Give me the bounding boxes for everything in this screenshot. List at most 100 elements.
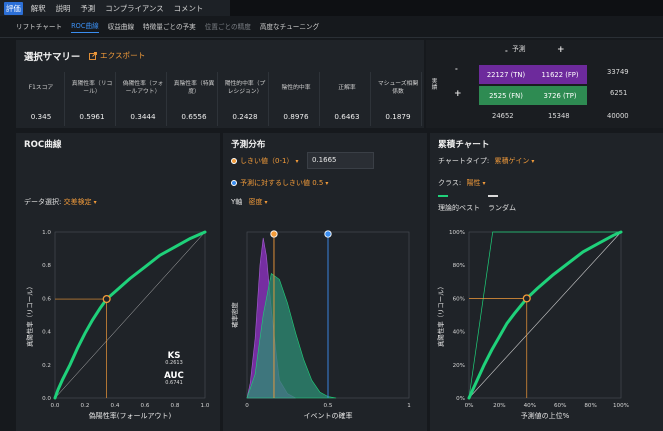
metric-accuracy: 正解率 0.6463 [322, 72, 373, 126]
metric-f1: F1スコア 0.345 [16, 72, 67, 126]
subtab-lift-chart[interactable]: リフトチャート [16, 21, 62, 33]
legend-swatch-ideal [438, 195, 448, 197]
threshold-dot-icon [231, 158, 237, 164]
cell-true-positive[interactable]: 3726 (TP) [533, 86, 587, 105]
subtab-feature-fit[interactable]: 特徴量ごとの予実 [143, 21, 196, 33]
threshold-selector[interactable]: しきい値（0-1） ▾ [231, 156, 298, 166]
metric-mcc: マシューズ相関係数 0.1879 [373, 72, 424, 126]
roc-chart[interactable]: 0.0 0.2 0.4 0.6 0.8 1.0 0.0 0.2 0.4 0.6 0.8 1.0 偽陽性率… [16, 211, 220, 431]
metric-ppv: 陽性的中率（プレシジョン） 0.2428 [220, 72, 271, 126]
nav-tab-predict[interactable]: 予測 [78, 2, 97, 15]
cum-title: 累積チャート [438, 140, 490, 150]
metric-npv: 陰性的中率 0.8976 [271, 72, 322, 126]
subtab-advanced-tuning[interactable]: 高度なチューニング [260, 21, 319, 33]
nav-tab-comments[interactable]: コメント [172, 2, 206, 15]
nav-background [230, 0, 663, 16]
yaxis-value: 密度 [248, 198, 263, 206]
chevron-down-icon: ▾ [531, 158, 535, 165]
nav-tab-explain[interactable]: 説明 [54, 2, 73, 15]
legend: 理論的ベスト ランダム [438, 195, 538, 215]
actual-minus: - [455, 65, 458, 73]
x-tick-label: 60% [554, 403, 566, 409]
nav-tab-evaluate[interactable]: 評価 [4, 1, 23, 15]
y-tick-label: 100% [449, 230, 465, 236]
metric-value: 0.6463 [324, 106, 371, 126]
cell-true-negative[interactable]: 22127 (TN) [479, 65, 533, 84]
metric-value: 0.1879 [375, 106, 422, 126]
row-total-negative: 33749 [607, 68, 629, 76]
cell-false-negative[interactable]: 2525 (FN) [479, 86, 533, 105]
actual-header: 実績 [430, 78, 436, 90]
y-tick-label: 0% [456, 396, 465, 402]
threshold-point [522, 294, 531, 303]
selection-summary-panel: 選択サマリー エクスポート F1スコア 0.345 真陽性率（リコール） 0.596… [16, 40, 424, 128]
row-total-positive: 6251 [610, 89, 628, 97]
metric-label: 偽陽性率（フォールアウト） [120, 72, 167, 106]
x-tick-label: 0.0 [51, 403, 60, 409]
subtab-accuracy-over-space[interactable]: 位置ごとの精度 [205, 21, 251, 33]
data-selection[interactable]: データ選択: 交差検定 ▾ [24, 197, 97, 207]
export-button[interactable]: エクスポート [89, 50, 145, 61]
prediction-threshold-handle [324, 230, 332, 238]
threshold-input[interactable]: 0.1665 [307, 152, 374, 169]
metric-fpr: 偽陽性率（フォールアウト） 0.3444 [118, 72, 169, 126]
chart-type-label: チャートタイプ: [438, 157, 490, 165]
nav-tab-compliance[interactable]: コンプライアンス [103, 2, 165, 15]
prediction-threshold-label: 予測に対するしきい値 0.5 [240, 179, 324, 187]
prediction-threshold-dot-icon [231, 180, 237, 186]
dist-title: 予測分布 [231, 140, 266, 150]
x-tick-label: 0.5 [324, 403, 333, 409]
random-line [468, 231, 622, 399]
x-tick-label: 40% [524, 403, 536, 409]
chevron-down-icon: ▾ [264, 199, 268, 206]
metric-label: 真陰性率（特異度） [171, 72, 218, 106]
y-axis-label: 真陽性率（リコール） [436, 283, 445, 347]
confusion-matrix: 予測 - + 実績 - + 22127 (TN) 11622 (FP) 2525… [426, 40, 663, 128]
metric-tpr: 真陽性率（リコール） 0.5961 [67, 72, 118, 126]
selection-summary-title: 選択サマリー [24, 52, 81, 63]
metric-value: 0.2428 [222, 106, 269, 126]
y-tick-label: 0.2 [42, 363, 51, 369]
threshold-label: しきい値（0-1） [240, 157, 294, 165]
x-tick-label: 0% [465, 403, 474, 409]
y-tick-label: 40% [453, 330, 465, 336]
subtab-roc-curve[interactable]: ROC曲線 [71, 20, 99, 33]
y-tick-label: 0.4 [42, 330, 51, 336]
metric-label: 陰性的中率 [273, 72, 320, 106]
x-tick-label: 20% [493, 403, 505, 409]
metrics-table: F1スコア 0.345 真陽性率（リコール） 0.5961 偽陽性率（フォールアウト… [16, 72, 424, 126]
chevron-down-icon: ▾ [295, 158, 299, 165]
nav-tab-interpret[interactable]: 解釈 [29, 2, 48, 15]
ks-value: 0.2613 [165, 360, 183, 366]
chart-type-selector[interactable]: チャートタイプ: 累積ゲイン ▾ [438, 156, 534, 166]
legend-ideal-label: 理論的ベスト [438, 204, 481, 212]
roc-curve-card: ROC曲線 データ選択: 交差検定 ▾ 0.0 0.2 0.4 0.6 0.8 1.0 0.0… [16, 133, 220, 431]
distribution-chart[interactable]: 0 0.5 1 イベントの確率 確率密度 [223, 221, 427, 431]
export-icon [89, 51, 97, 60]
threshold-point [102, 294, 111, 304]
class-selector[interactable]: クラス: 陽性 ▾ [438, 178, 485, 188]
metric-value: 0.5961 [69, 106, 116, 126]
prediction-distribution-card: 予測分布 しきい値（0-1） ▾ 0.1665 予測に対するしきい値 0.5 ▾ Y… [223, 133, 427, 431]
metric-label: 真陽性率（リコール） [69, 72, 116, 106]
cell-false-positive[interactable]: 11622 (FP) [533, 65, 587, 84]
sub-nav: リフトチャート ROC曲線 収益曲線 特徴量ごとの予実 位置ごとの精度 高度なチ… [0, 16, 663, 38]
prediction-threshold-selector[interactable]: 予測に対するしきい値 0.5 ▾ [231, 178, 328, 188]
y-tick-label: 80% [453, 263, 465, 269]
x-axis-label: 偽陽性率(フォールアウト) [89, 411, 172, 420]
auc-value: 0.6741 [165, 380, 183, 386]
data-selection-label: データ選択: [24, 198, 62, 206]
cumulative-chart[interactable]: 0% 20% 40% 60% 80% 100% 0% 20% 40% 60% 80% 100% 予測値の… [430, 221, 663, 431]
metric-value: 0.3444 [120, 106, 167, 126]
y-axis-label: 真陽性率（リコール） [25, 283, 34, 347]
actual-plus: + [454, 89, 462, 99]
col-total-negative: 24652 [492, 112, 514, 120]
main-nav: 評価 解釈 説明 予測 コンプライアンス コメント [0, 0, 663, 16]
yaxis-selector[interactable]: Y軸 密度 ▾ [231, 197, 268, 207]
y-tick-label: 0.8 [42, 263, 51, 269]
y-tick-label: 20% [453, 363, 465, 369]
legend-random-label: ランダム [488, 204, 516, 212]
subtab-profit-curve[interactable]: 収益曲線 [108, 21, 134, 33]
x-tick-label: 0.4 [111, 403, 120, 409]
x-tick-label: 1.0 [201, 403, 210, 409]
